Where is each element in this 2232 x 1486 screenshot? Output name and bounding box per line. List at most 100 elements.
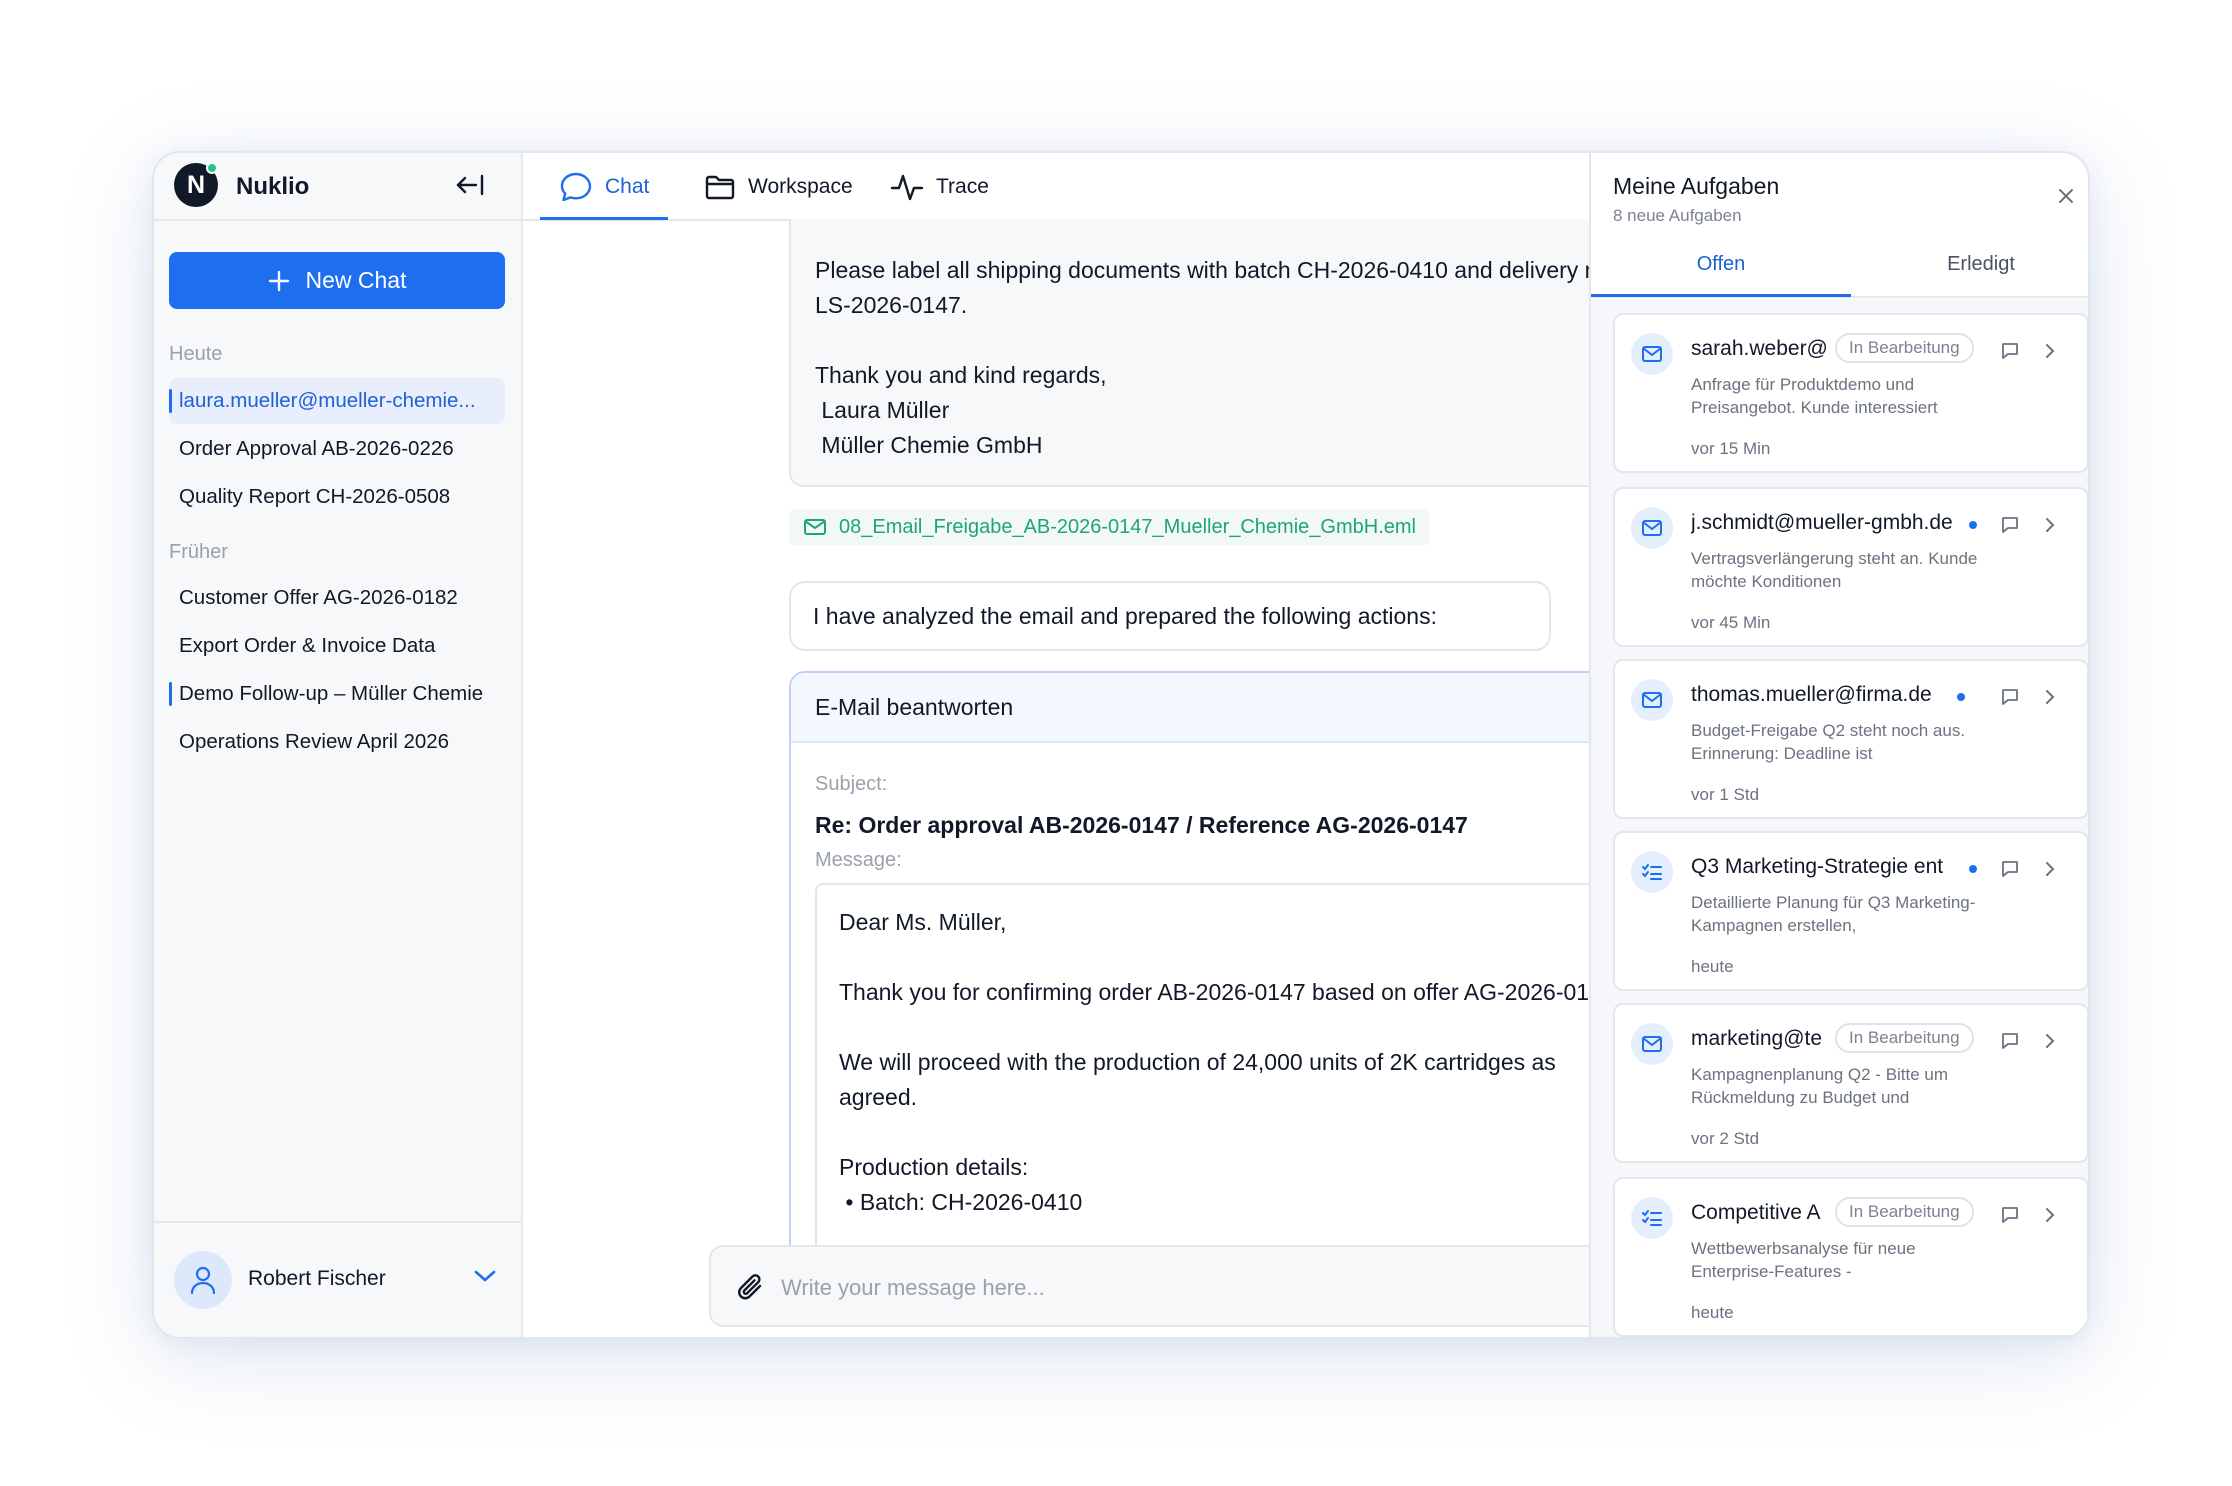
active-tab-underline [1591, 294, 1851, 297]
comment-icon[interactable] [2000, 859, 2020, 879]
tab-chat[interactable]: Chat [559, 153, 649, 221]
section-label-earlier: Früher [169, 541, 228, 563]
chevron-right-icon[interactable] [2043, 1205, 2057, 1225]
collapse-left-icon [456, 174, 484, 196]
active-indicator [169, 389, 172, 413]
tab-done[interactable]: Erledigt [1851, 253, 2088, 295]
comment-icon[interactable] [2000, 1205, 2020, 1225]
tab-workspace[interactable]: Workspace [704, 153, 853, 221]
attachment-filename: 08_Email_Freigabe_AB-2026-0147_Mueller_C… [839, 515, 1416, 538]
task-description: Wettbewerbsanalyse für neue Enterprise-F… [1691, 1239, 1916, 1281]
status-badge: In Bearbeitung [1835, 1023, 1974, 1053]
user-icon [190, 1266, 216, 1295]
task-title: Q3 Marketing-Strategie ent [1691, 855, 1944, 878]
chat-item-label: Customer Offer AG-2026-0182 [179, 586, 458, 609]
chat-bubble-icon [560, 172, 592, 202]
chat-item-label: Export Order & Invoice Data [179, 634, 436, 657]
avatar [174, 1251, 232, 1309]
unread-dot [1969, 865, 1977, 873]
task-type-icon [1631, 1197, 1673, 1239]
chat-item-label: laura.mueller@mueller-chemie... [179, 389, 476, 412]
chat-item-laura-mueller[interactable]: laura.mueller@mueller-chemie... [169, 378, 505, 424]
mail-icon [1642, 692, 1662, 708]
task-title: thomas.mueller@firma.de [1691, 683, 1932, 706]
chat-item-order-approval[interactable]: Order Approval AB-2026-0226 [169, 426, 505, 472]
task-card[interactable]: Competitive A In Bearbeitung Wettbewerbs… [1613, 1177, 2088, 1337]
task-title: marketing@te [1691, 1027, 1823, 1050]
close-icon[interactable] [2057, 187, 2075, 205]
task-type-icon [1631, 679, 1673, 721]
task-description: Anfrage für Produktdemo und Preisangebot… [1691, 375, 1938, 417]
message-textarea[interactable]: Dear Ms. Müller, Thank you for confirmin… [815, 883, 1591, 1269]
email-reply-action-card: E-Mail beantworten Subject: Re: Order ap… [789, 671, 1591, 1271]
task-description: Vertragsverlängerung steht an. Kunde möc… [1691, 549, 1978, 591]
task-description: Kampagnenplanung Q2 - Bitte um Rückmeldu… [1691, 1065, 1949, 1107]
folder-icon [705, 175, 735, 200]
online-status-dot [206, 162, 218, 174]
active-tab-underline [540, 217, 668, 220]
task-description: Detaillierte Planung für Q3 Marketing-Ka… [1691, 893, 1976, 935]
email-attachment[interactable]: 08_Email_Freigabe_AB-2026-0147_Mueller_C… [789, 509, 1430, 545]
comment-icon[interactable] [2000, 515, 2020, 535]
tab-label: Workspace [748, 175, 853, 198]
chevron-right-icon[interactable] [2043, 515, 2057, 535]
message-label: Message: [815, 849, 902, 871]
task-title: sarah.weber@ [1691, 337, 1828, 360]
brand-row: N Nuklio [154, 153, 521, 221]
chat-item-label: Quality Report CH-2026-0508 [179, 485, 451, 508]
message-composer[interactable]: Write your message here... [709, 1245, 1591, 1327]
chat-item-quality-report[interactable]: Quality Report CH-2026-0508 [169, 474, 505, 520]
section-label-today: Heute [169, 343, 223, 365]
tab-open[interactable]: Offen [1591, 253, 1851, 295]
plus-icon [268, 270, 289, 291]
paperclip-icon[interactable] [735, 1271, 767, 1305]
comment-icon[interactable] [2000, 687, 2020, 707]
sidebar: N Nuklio New Chat Heute laura.mueller@mu… [154, 153, 523, 1337]
checklist-icon [1642, 1210, 1662, 1226]
task-card[interactable]: Q3 Marketing-Strategie ent Detaillierte … [1613, 831, 2088, 991]
tab-trace[interactable]: Trace [890, 153, 989, 221]
new-chat-button[interactable]: New Chat [169, 252, 505, 309]
task-card[interactable]: sarah.weber@ In Bearbeitung Anfrage für … [1613, 313, 2088, 473]
chat-item-operations-review[interactable]: Operations Review April 2026 [169, 719, 505, 765]
app-window: N Nuklio New Chat Heute laura.mueller@mu… [152, 151, 2090, 1339]
task-card[interactable]: thomas.mueller@firma.de Budget-Freigabe … [1613, 659, 2088, 819]
task-card[interactable]: marketing@te In Bearbeitung Kampagnenpla… [1613, 1003, 2088, 1163]
user-menu[interactable]: Robert Fischer [154, 1221, 521, 1337]
pulse-icon [890, 174, 924, 201]
comment-icon[interactable] [2000, 341, 2020, 361]
user-name: Robert Fischer [248, 1267, 386, 1290]
main-area: Chat Workspace Trace Please label all sh… [523, 153, 1591, 1337]
chevron-right-icon[interactable] [2043, 859, 2057, 879]
task-time: vor 15 Min [1691, 439, 1771, 458]
task-description: Budget-Freigabe Q2 steht noch aus. Erinn… [1691, 721, 1966, 763]
mail-icon [1642, 346, 1662, 362]
chat-item-demo-follow-up[interactable]: Demo Follow-up – Müller Chemie [169, 671, 505, 717]
mail-icon [1642, 520, 1662, 536]
chat-item-label: Order Approval AB-2026-0226 [179, 437, 454, 460]
subject-label: Subject: [815, 773, 888, 795]
chevron-right-icon[interactable] [2043, 687, 2057, 707]
chevron-down-icon[interactable] [472, 1267, 498, 1285]
chat-item-label: Demo Follow-up – Müller Chemie [179, 682, 484, 705]
task-title: j.schmidt@mueller-gmbh.de [1691, 511, 1953, 534]
subject-value[interactable]: Re: Order approval AB-2026-0147 / Refere… [815, 812, 1468, 839]
mail-icon [804, 519, 826, 535]
unread-dot [1969, 521, 1977, 529]
task-time: vor 45 Min [1691, 613, 1771, 632]
email-message: Please label all shipping documents with… [789, 219, 1591, 487]
chevron-right-icon[interactable] [2043, 1031, 2057, 1051]
comment-icon[interactable] [2000, 1031, 2020, 1051]
panel-subtitle: 8 neue Aufgaben [1613, 206, 1742, 225]
collapse-sidebar-button[interactable] [450, 167, 490, 203]
task-time: heute [1691, 1303, 1734, 1322]
task-type-icon [1631, 333, 1673, 375]
checklist-icon [1642, 864, 1662, 880]
task-type-icon [1631, 1023, 1673, 1065]
chat-item-customer-offer[interactable]: Customer Offer AG-2026-0182 [169, 575, 505, 621]
task-card[interactable]: j.schmidt@mueller-gmbh.de Vertragsverlän… [1613, 487, 2088, 647]
chat-item-export-order[interactable]: Export Order & Invoice Data [169, 623, 505, 669]
task-time: heute [1691, 957, 1734, 976]
unread-dot [1957, 693, 1965, 701]
chevron-right-icon[interactable] [2043, 341, 2057, 361]
